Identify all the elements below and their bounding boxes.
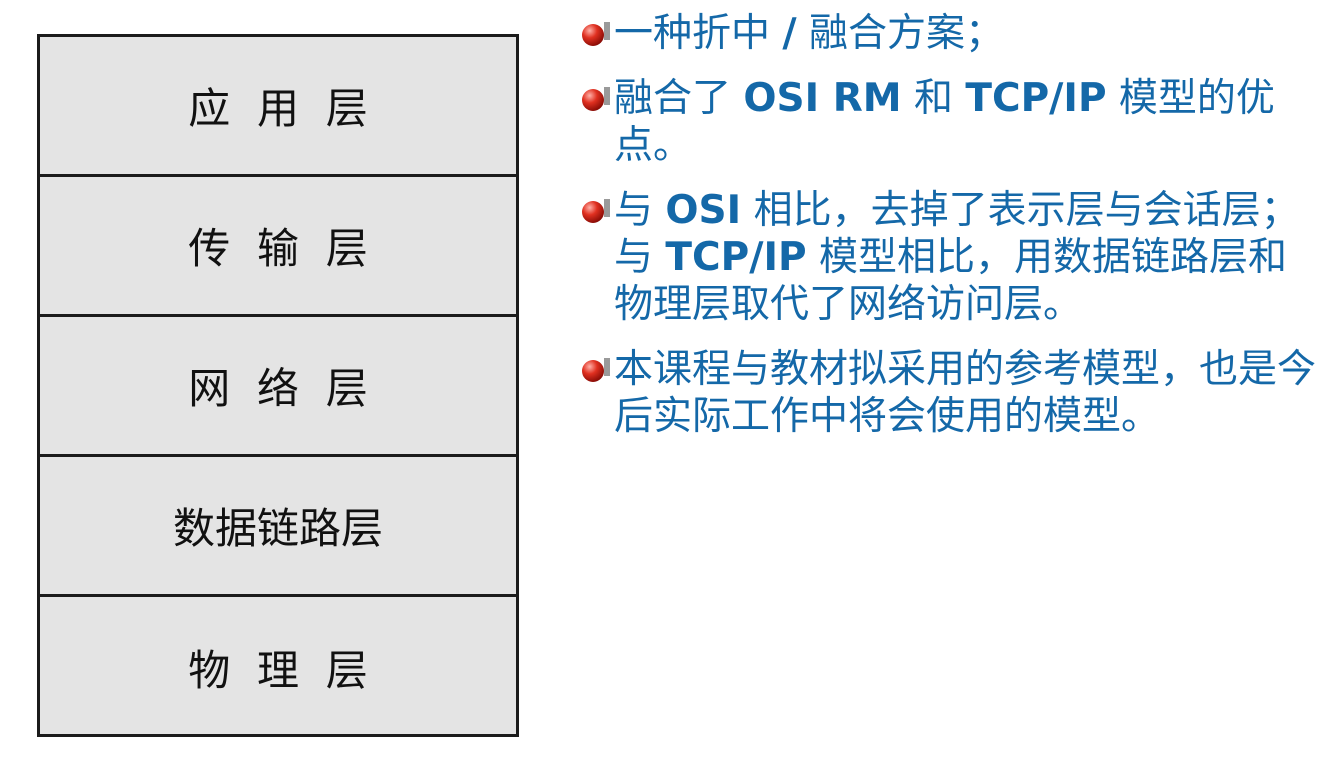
bullet-item: 与 OSI 相比，去掉了表示层与会话层；与 TCP/IP 模型相比，用数据链路层… <box>582 187 1322 328</box>
bullet-segment: 与 <box>614 188 666 233</box>
bullet-segment: 融合了 <box>614 76 744 121</box>
bullet-segment-bold: OSI RM <box>743 76 902 121</box>
layer-transport: 传 输 层 <box>40 177 516 317</box>
reference-model-layer-stack: 应 用 层 传 输 层 网 络 层 数据链路层 物 理 层 <box>37 34 519 737</box>
bullet-item: 融合了 OSI RM 和 TCP/IP 模型的优点。 <box>582 75 1322 169</box>
bullet-segment-bold: TCP/IP <box>665 235 807 280</box>
red-ball-bullet-icon <box>582 199 610 223</box>
bullet-item: 本课程与教材拟采用的参考模型，也是今后实际工作中将会使用的模型。 <box>582 346 1322 440</box>
layer-data-link: 数据链路层 <box>40 457 516 597</box>
layer-physical: 物 理 层 <box>40 597 516 737</box>
bullet-text: 与 OSI 相比，去掉了表示层与会话层；与 TCP/IP 模型相比，用数据链路层… <box>614 188 1300 327</box>
bullet-segment: 和 <box>901 76 966 121</box>
bullet-segment: 本课程与教材拟采用的参考模型，也是今后实际工作中将会使用的模型。 <box>614 347 1317 439</box>
red-ball-bullet-icon <box>582 358 610 382</box>
bullet-segment: 融合方案； <box>796 11 1005 56</box>
bullet-text: 本课程与教材拟采用的参考模型，也是今后实际工作中将会使用的模型。 <box>614 347 1316 439</box>
bullet-list: 一种折中 / 融合方案； 融合了 OSI RM 和 TCP/IP 模型的优点。 … <box>582 10 1322 458</box>
layer-label: 物 理 层 <box>188 645 368 695</box>
bullet-item: 一种折中 / 融合方案； <box>582 10 1322 57</box>
layer-label: 传 输 层 <box>188 224 368 273</box>
bullet-segment-bold: / <box>782 11 797 56</box>
layer-label: 应 用 层 <box>188 84 368 133</box>
layer-label: 数据链路层 <box>172 504 383 553</box>
bullet-segment-bold: OSI <box>665 188 742 233</box>
red-ball-bullet-icon <box>582 87 610 111</box>
bullet-segment-bold: TCP/IP <box>965 76 1107 121</box>
bullet-text: 一种折中 / 融合方案； <box>614 11 1004 56</box>
layer-network: 网 络 层 <box>40 317 516 457</box>
red-ball-bullet-icon <box>582 22 610 46</box>
layer-application: 应 用 层 <box>40 37 516 177</box>
bullet-text: 融合了 OSI RM 和 TCP/IP 模型的优点。 <box>614 76 1275 168</box>
layer-label: 网 络 层 <box>188 364 368 413</box>
bullet-segment: 一种折中 <box>614 11 783 56</box>
